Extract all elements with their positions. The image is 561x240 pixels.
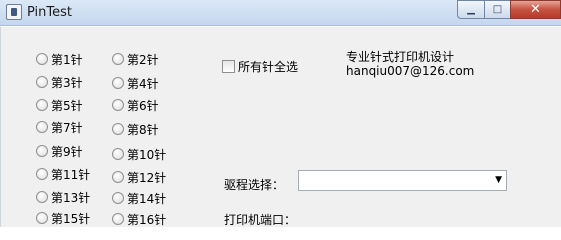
window-title: PinTest bbox=[27, 5, 73, 20]
pin-6-radio[interactable]: 第6针 bbox=[112, 97, 159, 113]
pin-11-radio[interactable]: 第11针 bbox=[36, 166, 90, 182]
radio-circle-icon bbox=[112, 99, 124, 111]
pin-8-radio[interactable]: 第8针 bbox=[112, 121, 159, 137]
radio-circle-icon bbox=[112, 77, 124, 89]
driver-label: 驱程选择： bbox=[224, 178, 285, 192]
radio-circle-icon bbox=[36, 168, 48, 180]
radio-circle-icon bbox=[36, 53, 48, 65]
pin-label: 第10针 bbox=[127, 147, 167, 162]
pin-15-radio[interactable]: 第15针 bbox=[36, 210, 90, 226]
window-controls: ▁ □ ✕ bbox=[457, 0, 561, 20]
pin-14-radio[interactable]: 第14针 bbox=[112, 190, 166, 206]
pin-label: 第12针 bbox=[127, 170, 167, 185]
pin-16-radio[interactable]: 第16针 bbox=[112, 211, 166, 227]
pin-10-radio[interactable]: 第10针 bbox=[112, 146, 166, 162]
radio-circle-icon bbox=[112, 171, 124, 183]
radio-circle-icon bbox=[112, 192, 124, 204]
pin-label: 第7针 bbox=[51, 120, 83, 135]
chevron-down-icon[interactable]: ▼ bbox=[495, 175, 502, 185]
pin-label: 第16针 bbox=[127, 212, 167, 227]
info-block: 专业针式打印机设计 hanqiu007@126.com bbox=[346, 50, 474, 78]
pin-label: 第5针 bbox=[51, 98, 83, 113]
title-bar: PinTest ▁ □ ✕ bbox=[0, 0, 561, 26]
pin-label: 第6针 bbox=[127, 98, 159, 113]
select-all-checkbox[interactable]: 所有针全选 bbox=[222, 58, 298, 75]
radio-circle-icon bbox=[36, 76, 48, 88]
pin-7-radio[interactable]: 第7针 bbox=[36, 119, 83, 135]
pin-12-radio[interactable]: 第12针 bbox=[112, 169, 166, 185]
pin-label: 第2针 bbox=[127, 52, 159, 67]
radio-circle-icon bbox=[112, 123, 124, 135]
radio-circle-icon bbox=[112, 213, 124, 225]
close-button[interactable]: ✕ bbox=[510, 0, 561, 19]
pin-9-radio[interactable]: 第9针 bbox=[36, 143, 83, 159]
radio-circle-icon bbox=[36, 191, 48, 203]
radio-circle-icon bbox=[36, 212, 48, 224]
pin-label: 第13针 bbox=[51, 190, 91, 205]
pin-label: 第1针 bbox=[51, 52, 83, 67]
client-area: 第1针 第3针 第5针 第7针 第9针 第11针 第13针 第15针 第2针 第… bbox=[0, 27, 561, 227]
pin-4-radio[interactable]: 第4针 bbox=[112, 75, 159, 91]
driver-select[interactable]: ▼ bbox=[298, 170, 507, 191]
maximize-button[interactable]: □ bbox=[484, 0, 511, 19]
pin-label: 第9针 bbox=[51, 144, 83, 159]
pin-5-radio[interactable]: 第5针 bbox=[36, 97, 83, 113]
port-label: 打印机端口： bbox=[224, 213, 297, 227]
radio-circle-icon bbox=[36, 121, 48, 133]
radio-circle-icon bbox=[112, 148, 124, 160]
pin-label: 第3针 bbox=[51, 75, 83, 90]
info-email: hanqiu007@126.com bbox=[346, 64, 475, 78]
app-icon bbox=[6, 4, 22, 20]
pin-label: 第8针 bbox=[127, 122, 159, 137]
checkbox-icon bbox=[222, 60, 235, 73]
pin-1-radio[interactable]: 第1针 bbox=[36, 51, 83, 67]
pin-label: 第4针 bbox=[127, 76, 159, 91]
pin-label: 第14针 bbox=[127, 191, 167, 206]
pin-13-radio[interactable]: 第13针 bbox=[36, 189, 90, 205]
select-all-label: 所有针全选 bbox=[238, 60, 299, 74]
minimize-button[interactable]: ▁ bbox=[457, 0, 485, 19]
pin-3-radio[interactable]: 第3针 bbox=[36, 74, 83, 90]
radio-circle-icon bbox=[112, 53, 124, 65]
info-title: 专业针式打印机设计 bbox=[346, 50, 455, 64]
pin-label: 第11针 bbox=[51, 167, 91, 182]
pin-2-radio[interactable]: 第2针 bbox=[112, 51, 159, 67]
radio-circle-icon bbox=[36, 99, 48, 111]
radio-circle-icon bbox=[36, 145, 48, 157]
pin-label: 第15针 bbox=[51, 211, 91, 226]
